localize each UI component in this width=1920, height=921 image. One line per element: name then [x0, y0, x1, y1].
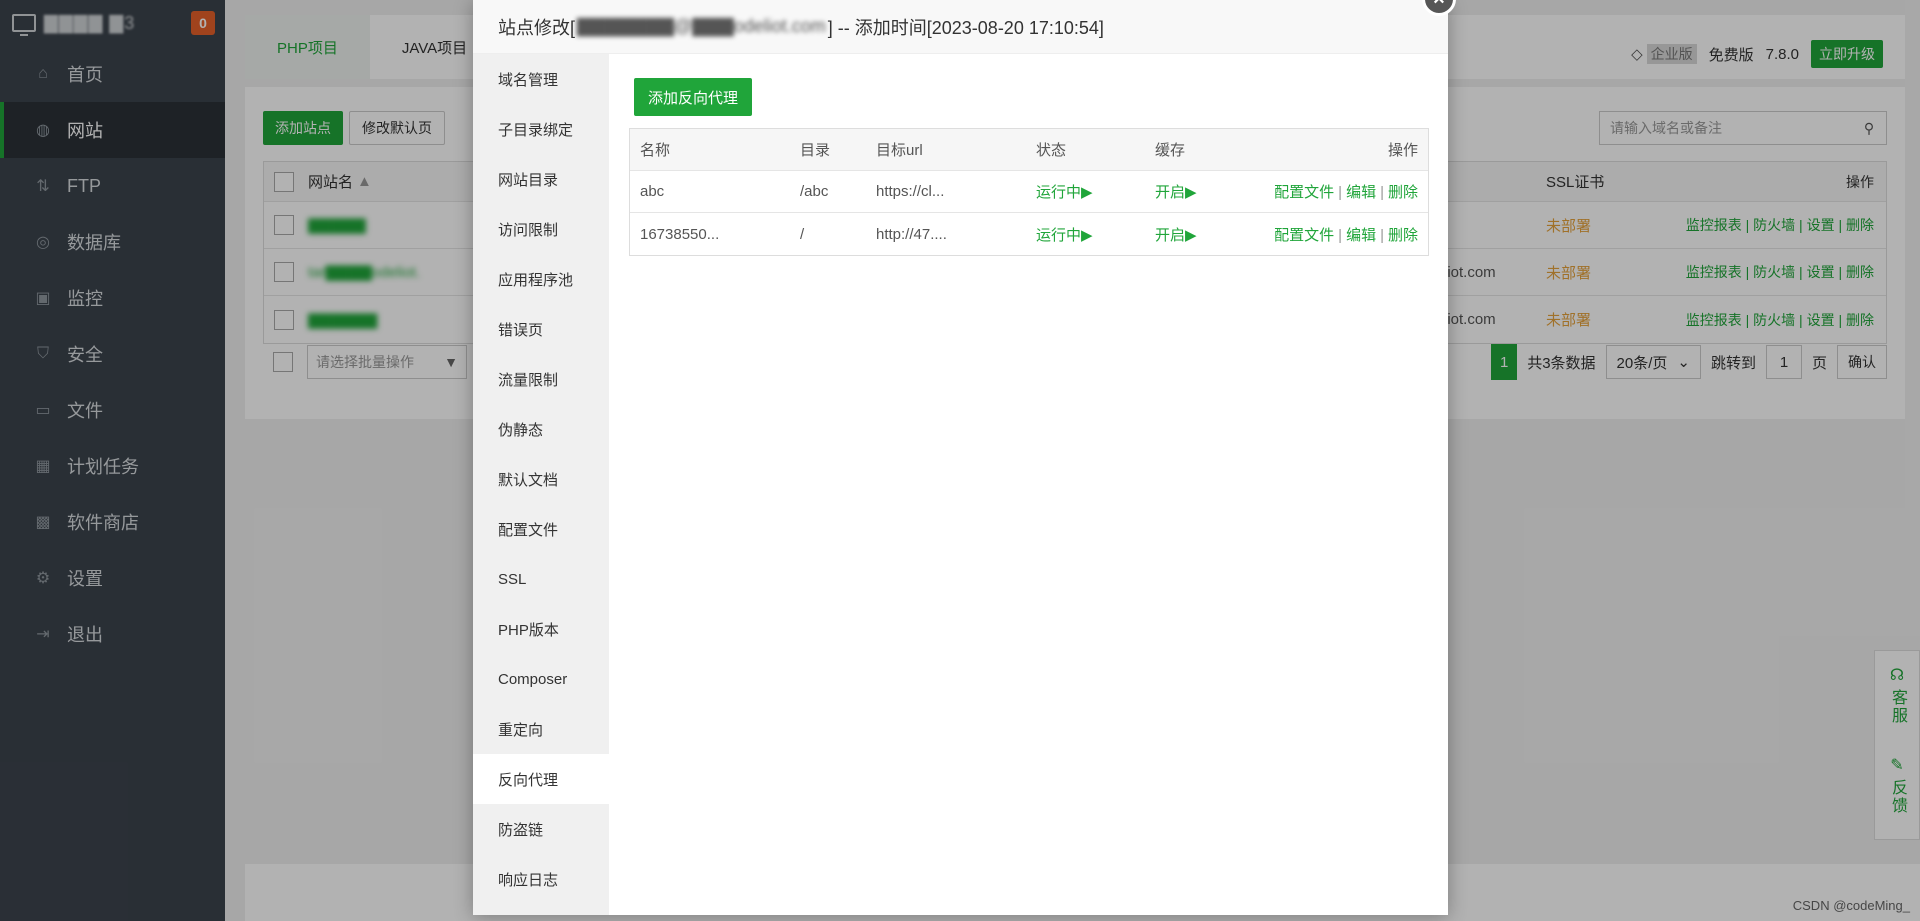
- proxy-table: 名称 目录 目标url 状态 缓存 操作 abc /abc https://cl…: [629, 128, 1429, 256]
- proxy-table-header: 名称 目录 目标url 状态 缓存 操作: [630, 129, 1428, 171]
- side-item-subdir-binding[interactable]: 子目录绑定: [473, 104, 609, 154]
- side-item-default-doc[interactable]: 默认文档: [473, 454, 609, 504]
- side-item-response-log[interactable]: 响应日志: [473, 854, 609, 904]
- column-target-url: 目标url: [876, 142, 923, 159]
- column-name: 名称: [640, 142, 671, 159]
- modal-title: 站点修改[ ▇▇▇▇▇▇▇@▇▇▇odeliot.com ] -- 添加时间[2…: [473, 0, 1448, 54]
- column-cache: 缓存: [1155, 142, 1186, 159]
- modal-title-suffix: ] -- 添加时间[2023-08-20 17:10:54]: [827, 17, 1104, 38]
- side-item-php-version[interactable]: PHP版本: [473, 604, 609, 654]
- side-item-ssl[interactable]: SSL: [473, 554, 609, 604]
- site-edit-modal: 站点修改[ ▇▇▇▇▇▇▇@▇▇▇odeliot.com ] -- 添加时间[2…: [473, 0, 1456, 915]
- column-dir: 目录: [800, 142, 831, 159]
- side-item-domain[interactable]: 域名管理: [473, 54, 609, 104]
- proxy-dir: /: [800, 225, 805, 243]
- modal-title-domain: ▇▇▇▇▇▇▇@▇▇▇odeliot.com: [577, 16, 826, 36]
- proxy-target-url: http://47....: [876, 225, 947, 243]
- side-item-composer[interactable]: Composer: [473, 654, 609, 704]
- table-row: abc /abc https://cl... 运行中▶ 开启▶ 配置文件 | 编辑 |…: [630, 171, 1428, 213]
- side-item-access-limit[interactable]: 访问限制: [473, 204, 609, 254]
- column-state: 状态: [1036, 142, 1067, 159]
- proxy-name: abc: [640, 183, 665, 200]
- delete-link[interactable]: 删除: [1388, 227, 1418, 244]
- side-item-hotlink[interactable]: 防盗链: [473, 804, 609, 854]
- table-row: 16738550... / http://47.... 运行中▶ 开启▶ 配置文…: [630, 213, 1428, 255]
- side-item-redirect[interactable]: 重定向: [473, 704, 609, 754]
- separator: |: [1338, 226, 1343, 244]
- proxy-dir: /abc: [800, 183, 829, 200]
- proxy-cache-toggle[interactable]: 开启▶: [1155, 181, 1197, 202]
- edit-link[interactable]: 编辑: [1346, 227, 1376, 244]
- proxy-state-toggle[interactable]: 运行中▶: [1036, 224, 1093, 245]
- proxy-name: 16738550...: [640, 225, 720, 243]
- column-ops: 操作: [1387, 142, 1418, 159]
- side-item-traffic-limit[interactable]: 流量限制: [473, 354, 609, 404]
- config-file-link[interactable]: 配置文件: [1274, 184, 1334, 201]
- modal-side-menu: 域名管理 子目录绑定 网站目录 访问限制 应用程序池 错误页 流量限制 伪静态 …: [473, 54, 609, 915]
- add-reverse-proxy-button[interactable]: 添加反向代理: [634, 78, 753, 116]
- separator: |: [1338, 184, 1343, 201]
- proxy-row-actions: 配置文件 | 编辑 | 删除: [1274, 224, 1418, 245]
- separator: |: [1380, 184, 1384, 201]
- side-item-site-dir[interactable]: 网站目录: [473, 154, 609, 204]
- config-file-link[interactable]: 配置文件: [1274, 227, 1334, 244]
- proxy-target-url: https://cl...: [876, 183, 945, 200]
- separator: |: [1380, 226, 1384, 244]
- reverse-proxy-content: 添加反向代理 名称 目录 目标url 状态 缓存 操作 abc /abc htt…: [609, 54, 1448, 915]
- proxy-state-toggle[interactable]: 运行中▶: [1036, 181, 1093, 202]
- proxy-cache-toggle[interactable]: 开启▶: [1155, 224, 1197, 245]
- side-item-config-file[interactable]: 配置文件: [473, 504, 609, 554]
- side-item-reverse-proxy[interactable]: 反向代理: [473, 754, 609, 804]
- proxy-row-actions: 配置文件 | 编辑 | 删除: [1274, 181, 1418, 202]
- side-item-error-page[interactable]: 错误页: [473, 304, 609, 354]
- side-item-app-pool[interactable]: 应用程序池: [473, 254, 609, 304]
- modal-title-prefix: 站点修改[: [498, 17, 576, 38]
- edit-link[interactable]: 编辑: [1346, 184, 1376, 201]
- delete-link[interactable]: 删除: [1388, 184, 1418, 201]
- side-item-rewrite[interactable]: 伪静态: [473, 404, 609, 454]
